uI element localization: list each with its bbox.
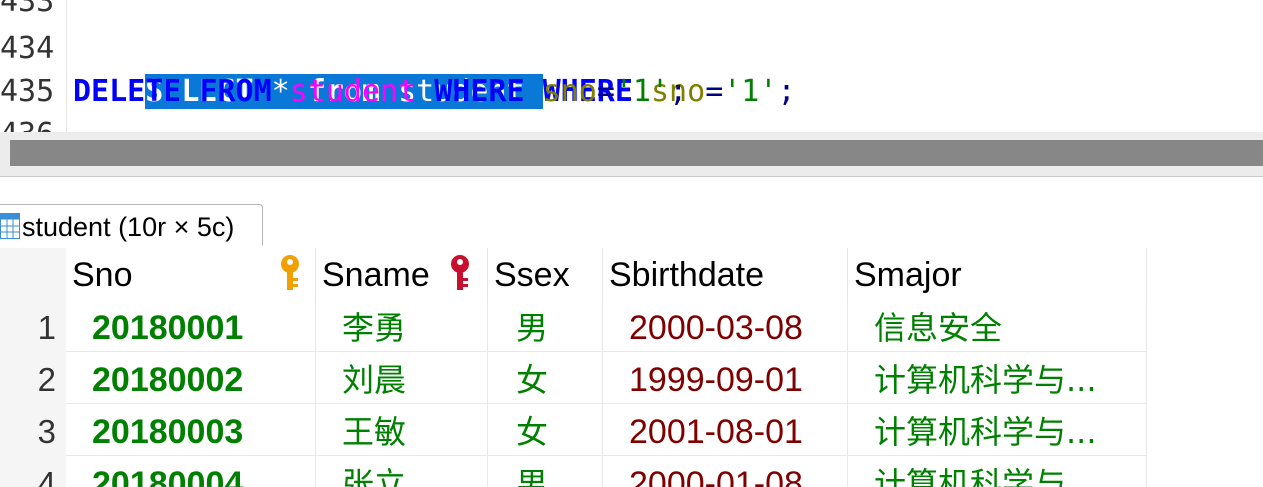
cell-sbirthdate[interactable]: 1999-09-01 xyxy=(603,352,848,404)
sql-editor[interactable]: 433 434 435 436 SELECT * from student WH… xyxy=(0,0,1263,132)
cell-smajor[interactable]: 信息安全 xyxy=(848,300,1147,352)
cell-sname[interactable]: 王敏 xyxy=(316,404,488,456)
cell-smajor[interactable]: 计算机科学与... xyxy=(848,456,1147,487)
cell-sno[interactable]: 20180003 xyxy=(66,404,316,456)
cell-sno[interactable]: 20180001 xyxy=(66,300,316,352)
cell-sbirthdate[interactable]: 2001-08-01 xyxy=(603,404,848,456)
cell-smajor[interactable]: 计算机科学与... xyxy=(848,404,1147,456)
row-number[interactable]: 1 xyxy=(0,300,56,352)
line-number-gutter: 433 434 435 436 xyxy=(0,0,67,132)
column-header-label: Sbirthdate xyxy=(609,256,764,294)
keyword-token: DELETE xyxy=(73,74,182,109)
keyword-token: FROM xyxy=(199,74,272,109)
column-header-label: Sno xyxy=(72,256,133,294)
code-line-434[interactable]: SELECT * from student WHERE sno='1'; xyxy=(73,27,796,109)
column-header-label: Sname xyxy=(322,256,430,294)
column-token: sno xyxy=(542,74,597,109)
column-header-sbirthdate[interactable]: Sbirthdate xyxy=(603,248,848,300)
string-token: '1' xyxy=(614,74,670,109)
cell-sname[interactable]: 刘晨 xyxy=(316,352,488,404)
column-header-ssex[interactable]: Ssex xyxy=(488,248,603,300)
row-number[interactable]: 2 xyxy=(0,352,56,404)
row-number[interactable]: 3 xyxy=(0,404,56,456)
column-header-label: Ssex xyxy=(494,256,570,294)
cell-ssex[interactable]: 女 xyxy=(488,352,603,404)
cell-sno[interactable]: 20180002 xyxy=(66,352,316,404)
splitter-handle[interactable] xyxy=(10,140,1263,166)
cell-sbirthdate[interactable]: 2000-01-08 xyxy=(603,456,848,487)
keyword-token: WHERE xyxy=(434,74,525,109)
result-grid[interactable]: Sno Sname Ssex Sbirthdate Smajor 1 20180… xyxy=(0,248,1263,487)
line-number: 435 xyxy=(0,74,55,109)
column-header-label: Smajor xyxy=(854,256,962,294)
cell-sno[interactable]: 20180004 xyxy=(66,456,316,487)
row-number[interactable]: 4 xyxy=(0,456,56,487)
result-tab-strip: student (10r × 5c) xyxy=(0,176,1263,249)
foreign-key-icon xyxy=(448,254,472,292)
cell-ssex[interactable]: 女 xyxy=(488,404,603,456)
table-grid-icon xyxy=(0,213,20,239)
column-header-sno[interactable]: Sno xyxy=(66,248,316,300)
table-name-token: student xyxy=(289,74,417,109)
line-number: 436 xyxy=(0,113,54,132)
cell-sname[interactable]: 张立 xyxy=(316,456,488,487)
cell-ssex[interactable]: 男 xyxy=(488,300,603,352)
primary-key-icon xyxy=(278,254,302,292)
column-header-smajor[interactable]: Smajor xyxy=(848,248,1147,300)
string-token: '1' xyxy=(723,74,778,109)
cell-ssex[interactable]: 男 xyxy=(488,456,603,487)
cell-sname[interactable]: 李勇 xyxy=(316,300,488,352)
result-tab-student[interactable]: student (10r × 5c) xyxy=(0,204,263,245)
cell-sbirthdate[interactable]: 2000-03-08 xyxy=(603,300,848,352)
panel-splitter[interactable] xyxy=(0,132,1263,176)
operator-token: = xyxy=(596,74,615,109)
operator-token: = xyxy=(705,74,724,109)
cell-smajor[interactable]: 计算机科学与... xyxy=(848,352,1147,404)
line-number: 433 xyxy=(0,0,55,19)
column-header-sname[interactable]: Sname xyxy=(316,248,488,300)
code-line-435[interactable]: DELETE FROM student WHERE sno='1'; xyxy=(73,70,687,113)
semicolon-token: ; xyxy=(669,74,688,109)
line-number: 434 xyxy=(0,31,55,66)
result-tab-label: student (10r × 5c) xyxy=(22,212,235,242)
semicolon-token: ; xyxy=(777,74,796,109)
